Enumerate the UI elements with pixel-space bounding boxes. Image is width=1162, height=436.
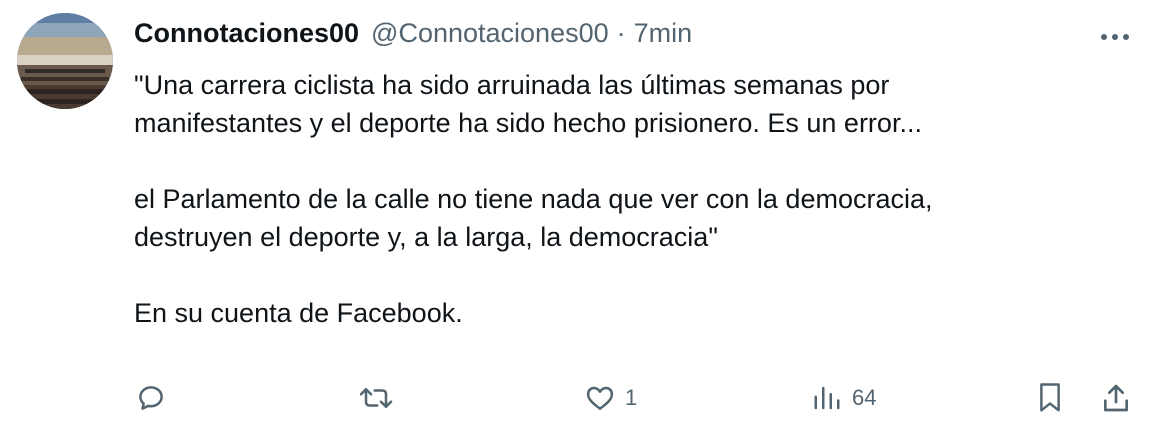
reply-button[interactable] <box>136 372 176 424</box>
views-icon <box>814 386 840 410</box>
views-count: 64 <box>852 385 877 410</box>
user-handle[interactable]: @Connotaciones00 <box>371 14 609 52</box>
display-name[interactable]: Connotaciones00 <box>134 14 359 52</box>
more-options-button[interactable] <box>1096 20 1134 54</box>
tweet-text: "Una carrera ciclista ha sido arruinada … <box>134 66 1134 332</box>
tweet-header: Connotaciones00 @Connotaciones00 · 7min <box>134 14 692 52</box>
more-dots-icon <box>1101 34 1129 40</box>
action-bar: 1 64 <box>0 372 1162 424</box>
like-button[interactable]: 1 <box>585 372 637 424</box>
tweet-text-line: manifestantes y el deporte ha sido hecho… <box>134 108 922 138</box>
retweet-button[interactable] <box>358 372 404 424</box>
heart-icon <box>586 386 614 410</box>
share-button[interactable] <box>1100 372 1132 424</box>
separator-dot: · <box>616 18 626 48</box>
share-icon <box>1104 384 1128 412</box>
timestamp[interactable]: 7min <box>634 14 693 52</box>
views-button[interactable]: 64 <box>812 372 876 424</box>
retweet-icon <box>359 388 393 408</box>
tweet-text-line: destruyen el deporte y, a la larga, la d… <box>134 222 718 252</box>
tweet-text-line: "Una carrera ciclista ha sido arruinada … <box>134 70 890 100</box>
tweet[interactable]: Connotaciones00 @Connotaciones00 · 7min … <box>0 0 1162 436</box>
avatar[interactable] <box>17 13 113 109</box>
reply-icon <box>139 386 163 410</box>
tweet-text-line: el Parlamento de la calle no tiene nada … <box>134 184 933 214</box>
tweet-text-line: En su cuenta de Facebook. <box>134 298 463 328</box>
bookmark-icon <box>1040 383 1060 412</box>
like-count: 1 <box>625 385 638 410</box>
bookmark-button[interactable] <box>1036 372 1064 424</box>
